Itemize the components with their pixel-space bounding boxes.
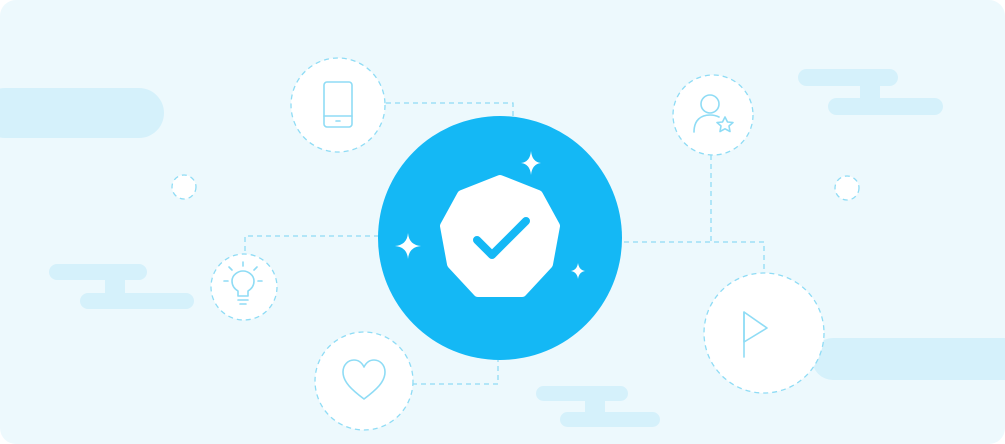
tablet-node xyxy=(290,57,386,153)
small-dot-left xyxy=(171,174,197,200)
verified-seal xyxy=(440,175,560,297)
cloud-mid-left xyxy=(49,264,194,309)
user-star-node xyxy=(672,74,754,156)
cloud-bottom-right xyxy=(812,338,1005,380)
flag-node xyxy=(703,272,825,394)
lightbulb-node xyxy=(210,253,278,321)
cloud-bottom-center xyxy=(536,386,660,427)
connector-heart xyxy=(412,360,499,385)
connector-tablet xyxy=(386,102,514,118)
connector-right xyxy=(624,241,765,274)
verified-illustration xyxy=(0,57,1005,431)
verified-badge xyxy=(378,116,622,360)
small-dot-right xyxy=(834,175,860,201)
heart-node xyxy=(314,331,414,431)
connector-lightbulb xyxy=(244,235,379,257)
cloud-top-left xyxy=(0,88,164,138)
cloud-top-right xyxy=(798,69,943,115)
illustration-canvas xyxy=(0,0,1005,444)
